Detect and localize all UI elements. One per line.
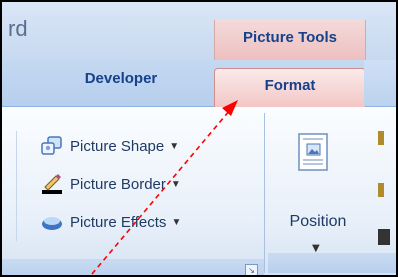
ribbon-body: Picture Shape ▼ Picture Border ▼ Picture…	[2, 107, 396, 275]
tab-developer[interactable]: Developer	[36, 60, 206, 106]
chevron-down-icon: ▼	[169, 140, 180, 152]
window-title-fragment: rd	[8, 16, 28, 41]
tab-row-right-edge	[364, 60, 396, 106]
chevron-down-icon: ▼	[171, 216, 182, 228]
ribbon-screenshot: rd Picture Tools Developer Format Pictur…	[0, 0, 398, 277]
group-footer	[268, 253, 396, 273]
position-icon	[298, 133, 328, 171]
picture-tools-label: Picture Tools	[243, 29, 337, 46]
position-label: Position	[289, 213, 347, 230]
dialog-launcher-icon[interactable]: ↘	[245, 264, 258, 275]
chevron-down-icon: ▼	[170, 178, 181, 190]
picture-styles-group: Picture Shape ▼ Picture Border ▼ Picture…	[2, 113, 265, 275]
picture-border-label: Picture Border	[70, 175, 166, 193]
gallery-edge	[2, 131, 17, 241]
tab-row: Developer Format	[2, 60, 396, 107]
group-footer: ↘	[2, 259, 264, 275]
arrange-side-tools	[372, 131, 396, 251]
picture-shape-label: Picture Shape	[70, 137, 165, 155]
title-bar: rd Picture Tools	[2, 2, 396, 62]
picture-tools-context-header: Picture Tools	[214, 20, 366, 62]
tab-format[interactable]: Format	[214, 68, 366, 107]
position-button[interactable]: Position ▼	[278, 125, 348, 254]
picture-border-button[interactable]: Picture Border ▼	[40, 169, 181, 199]
picture-effects-button[interactable]: Picture Effects ▼	[40, 207, 181, 237]
picture-shape-icon	[40, 135, 64, 157]
picture-border-icon	[40, 173, 64, 195]
arrange-group: Position ▼	[268, 113, 396, 273]
picture-effects-icon	[40, 211, 64, 233]
picture-shape-button[interactable]: Picture Shape ▼	[40, 131, 179, 161]
picture-effects-label: Picture Effects	[70, 213, 167, 231]
